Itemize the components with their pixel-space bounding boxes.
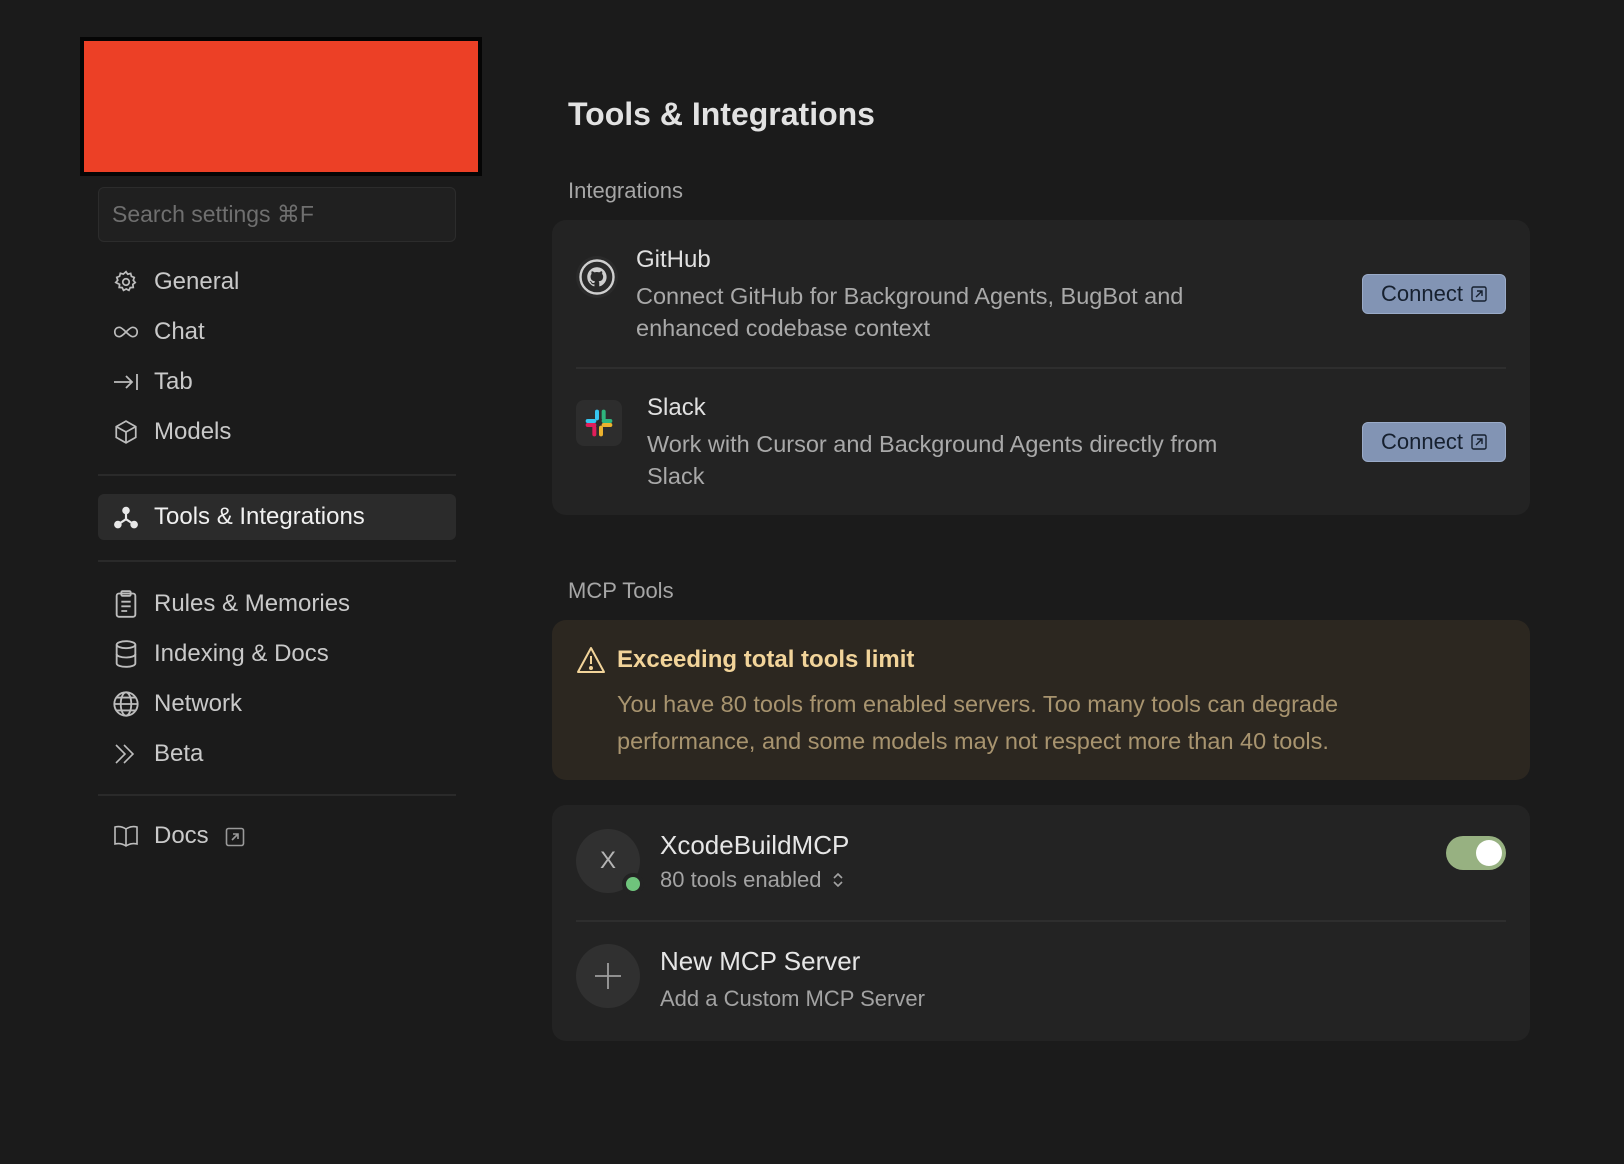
sidebar-divider <box>98 794 456 796</box>
plus-icon <box>595 963 621 989</box>
integration-title-github: GitHub <box>636 246 711 273</box>
sidebar-item-chat[interactable]: Chat <box>98 309 456 355</box>
chevron-up-down-icon <box>833 872 844 888</box>
search-input[interactable]: Search settings ⌘F <box>98 187 456 242</box>
database-icon <box>112 640 140 668</box>
sidebar-item-indexing-docs[interactable]: Indexing & Docs <box>98 631 456 677</box>
integration-desc-line: Slack <box>647 463 705 489</box>
sidebar-item-label: Rules & Memories <box>154 590 351 617</box>
connect-label: Connect <box>1381 429 1463 454</box>
integration-desc-github: Connect GitHub for Background Agents, Bu… <box>636 280 1183 344</box>
server-name: XcodeBuildMCP <box>660 830 850 860</box>
warning-line: You have 80 tools from enabled servers. … <box>617 691 1339 717</box>
infinity-icon <box>112 318 140 346</box>
external-link-icon <box>1471 434 1487 450</box>
arrow-to-line-icon <box>112 368 140 396</box>
server-enabled-toggle[interactable] <box>1446 836 1506 870</box>
sidebar-item-network[interactable]: Network <box>98 681 456 727</box>
redacted-block <box>80 37 482 176</box>
sidebar-item-label: Tab <box>154 368 193 395</box>
row-divider <box>576 367 1506 369</box>
sidebar-item-label: Chat <box>154 318 205 345</box>
sidebar-item-rules-memories[interactable]: Rules & Memories <box>98 581 456 627</box>
book-icon <box>112 822 140 850</box>
new-server-subtitle: Add a Custom MCP Server <box>660 986 925 1011</box>
sidebar-item-label: General <box>154 268 240 295</box>
server-tools-count[interactable]: 80 tools enabled <box>660 867 845 893</box>
status-online-indicator <box>622 873 644 895</box>
sidebar-item-label: Docs <box>154 822 209 849</box>
new-server-title[interactable]: New MCP Server <box>660 946 860 977</box>
search-placeholder: Search settings ⌘F <box>112 201 314 227</box>
integration-desc-line: Connect GitHub for Background Agents, Bu… <box>636 283 1184 309</box>
tools-enabled-label: 80 tools enabled <box>660 867 822 892</box>
globe-icon <box>112 690 140 718</box>
integration-desc-slack: Work with Cursor and Background Agents d… <box>647 428 1217 492</box>
warning-line: performance, and some models may not res… <box>617 728 1329 754</box>
sidebar-item-tools-integrations[interactable]: Tools & Integrations <box>98 494 456 540</box>
section-label-mcp-tools: MCP Tools <box>568 578 674 603</box>
external-link-icon <box>225 826 245 847</box>
row-divider <box>576 920 1506 922</box>
slack-connect-button[interactable]: Connect <box>1362 422 1506 462</box>
sidebar-divider <box>98 560 456 562</box>
integrations-card: GitHub Connect GitHub for Background Age… <box>552 220 1530 515</box>
sidebar-item-models[interactable]: Models <box>98 409 456 455</box>
sidebar-item-tab[interactable]: Tab <box>98 359 456 405</box>
avatar-letter: X <box>599 847 616 874</box>
sidebar-item-label: Beta <box>154 740 204 767</box>
cube-icon <box>112 418 140 446</box>
slack-icon <box>576 400 622 446</box>
sidebar-item-label: Network <box>154 690 243 717</box>
page-title: Tools & Integrations <box>568 96 875 132</box>
toggle-knob <box>1476 840 1502 866</box>
sidebar-divider <box>98 474 456 476</box>
add-server-button[interactable] <box>576 944 640 1008</box>
tools-icon <box>112 503 140 531</box>
sidebar-item-label: Models <box>154 418 232 445</box>
server-avatar: X <box>576 829 644 895</box>
sidebar-item-label: Tools & Integrations <box>154 503 365 530</box>
section-label-integrations: Integrations <box>568 178 683 203</box>
github-icon <box>576 256 618 298</box>
sidebar-item-docs[interactable]: Docs <box>98 813 456 859</box>
external-link-icon <box>1471 286 1487 302</box>
tools-limit-warning: Exceeding total tools limit You have 80 … <box>552 620 1530 780</box>
sidebar-item-label: Indexing & Docs <box>154 640 329 667</box>
github-connect-button[interactable]: Connect <box>1362 274 1506 314</box>
clipboard-icon <box>112 590 140 618</box>
integration-desc-line: Work with Cursor and Background Agents d… <box>647 431 1218 457</box>
mcp-servers-card: X XcodeBuildMCP 80 tools enabled New MCP… <box>552 805 1530 1041</box>
warning-title: Exceeding total tools limit <box>617 646 915 673</box>
sidebar-item-beta[interactable]: Beta <box>98 731 456 777</box>
connect-label: Connect <box>1381 281 1463 306</box>
sidebar-item-general[interactable]: General <box>98 259 456 305</box>
integration-desc-line: enhanced codebase context <box>636 315 930 341</box>
integration-title-slack: Slack <box>647 394 706 421</box>
chevrons-right-icon <box>112 740 140 768</box>
gear-icon <box>112 268 140 296</box>
warning-icon <box>576 646 606 679</box>
warning-text: You have 80 tools from enabled servers. … <box>617 686 1497 760</box>
